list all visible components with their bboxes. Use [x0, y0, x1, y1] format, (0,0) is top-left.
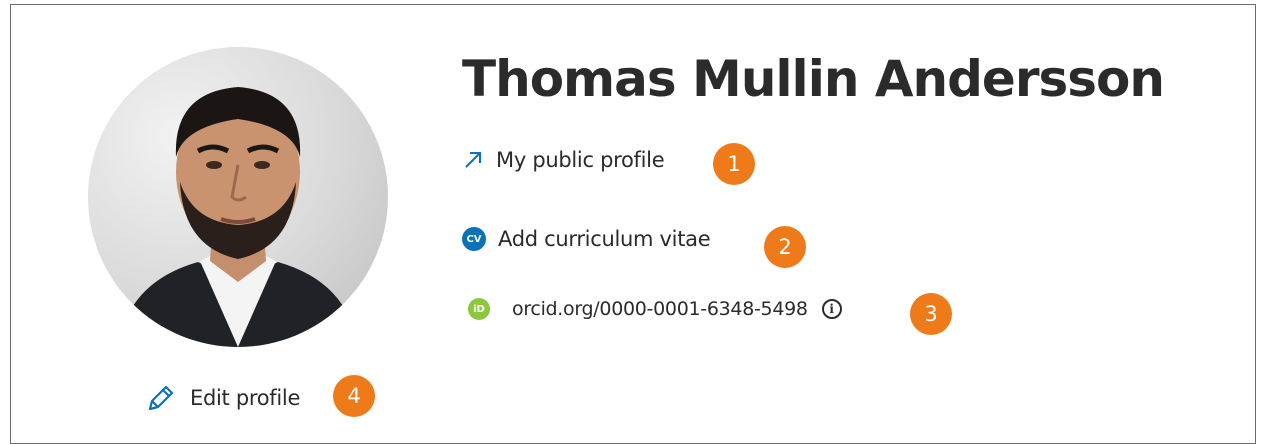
callout-badge-1: 1	[713, 143, 755, 185]
info-icon[interactable]: i	[821, 299, 842, 319]
edit-profile-link[interactable]: Edit profile	[146, 383, 300, 413]
arrow-up-right-icon	[465, 152, 481, 168]
orcid-link[interactable]: orcid.org/0000-0001-6348-5498	[512, 298, 808, 320]
edit-profile-label: Edit profile	[190, 386, 301, 410]
public-profile-link[interactable]: My public profile	[462, 148, 665, 172]
add-cv-label: Add curriculum vitae	[498, 227, 711, 251]
avatar	[88, 47, 388, 347]
cv-icon: CV	[462, 227, 486, 251]
orcid-icon: iD	[468, 298, 490, 320]
add-cv-link[interactable]: CV Add curriculum vitae	[462, 227, 711, 251]
callout-badge-3: 3	[910, 293, 952, 335]
orcid-row: iD orcid.org/0000-0001-6348-5498 i	[462, 298, 842, 320]
person-photo-icon	[118, 87, 358, 347]
pencil-icon	[148, 385, 174, 411]
callout-badge-2: 2	[764, 226, 806, 268]
callout-badge-4: 4	[333, 375, 375, 417]
public-profile-label: My public profile	[496, 148, 665, 172]
profile-name: Thomas Mullin Andersson	[462, 50, 1165, 108]
